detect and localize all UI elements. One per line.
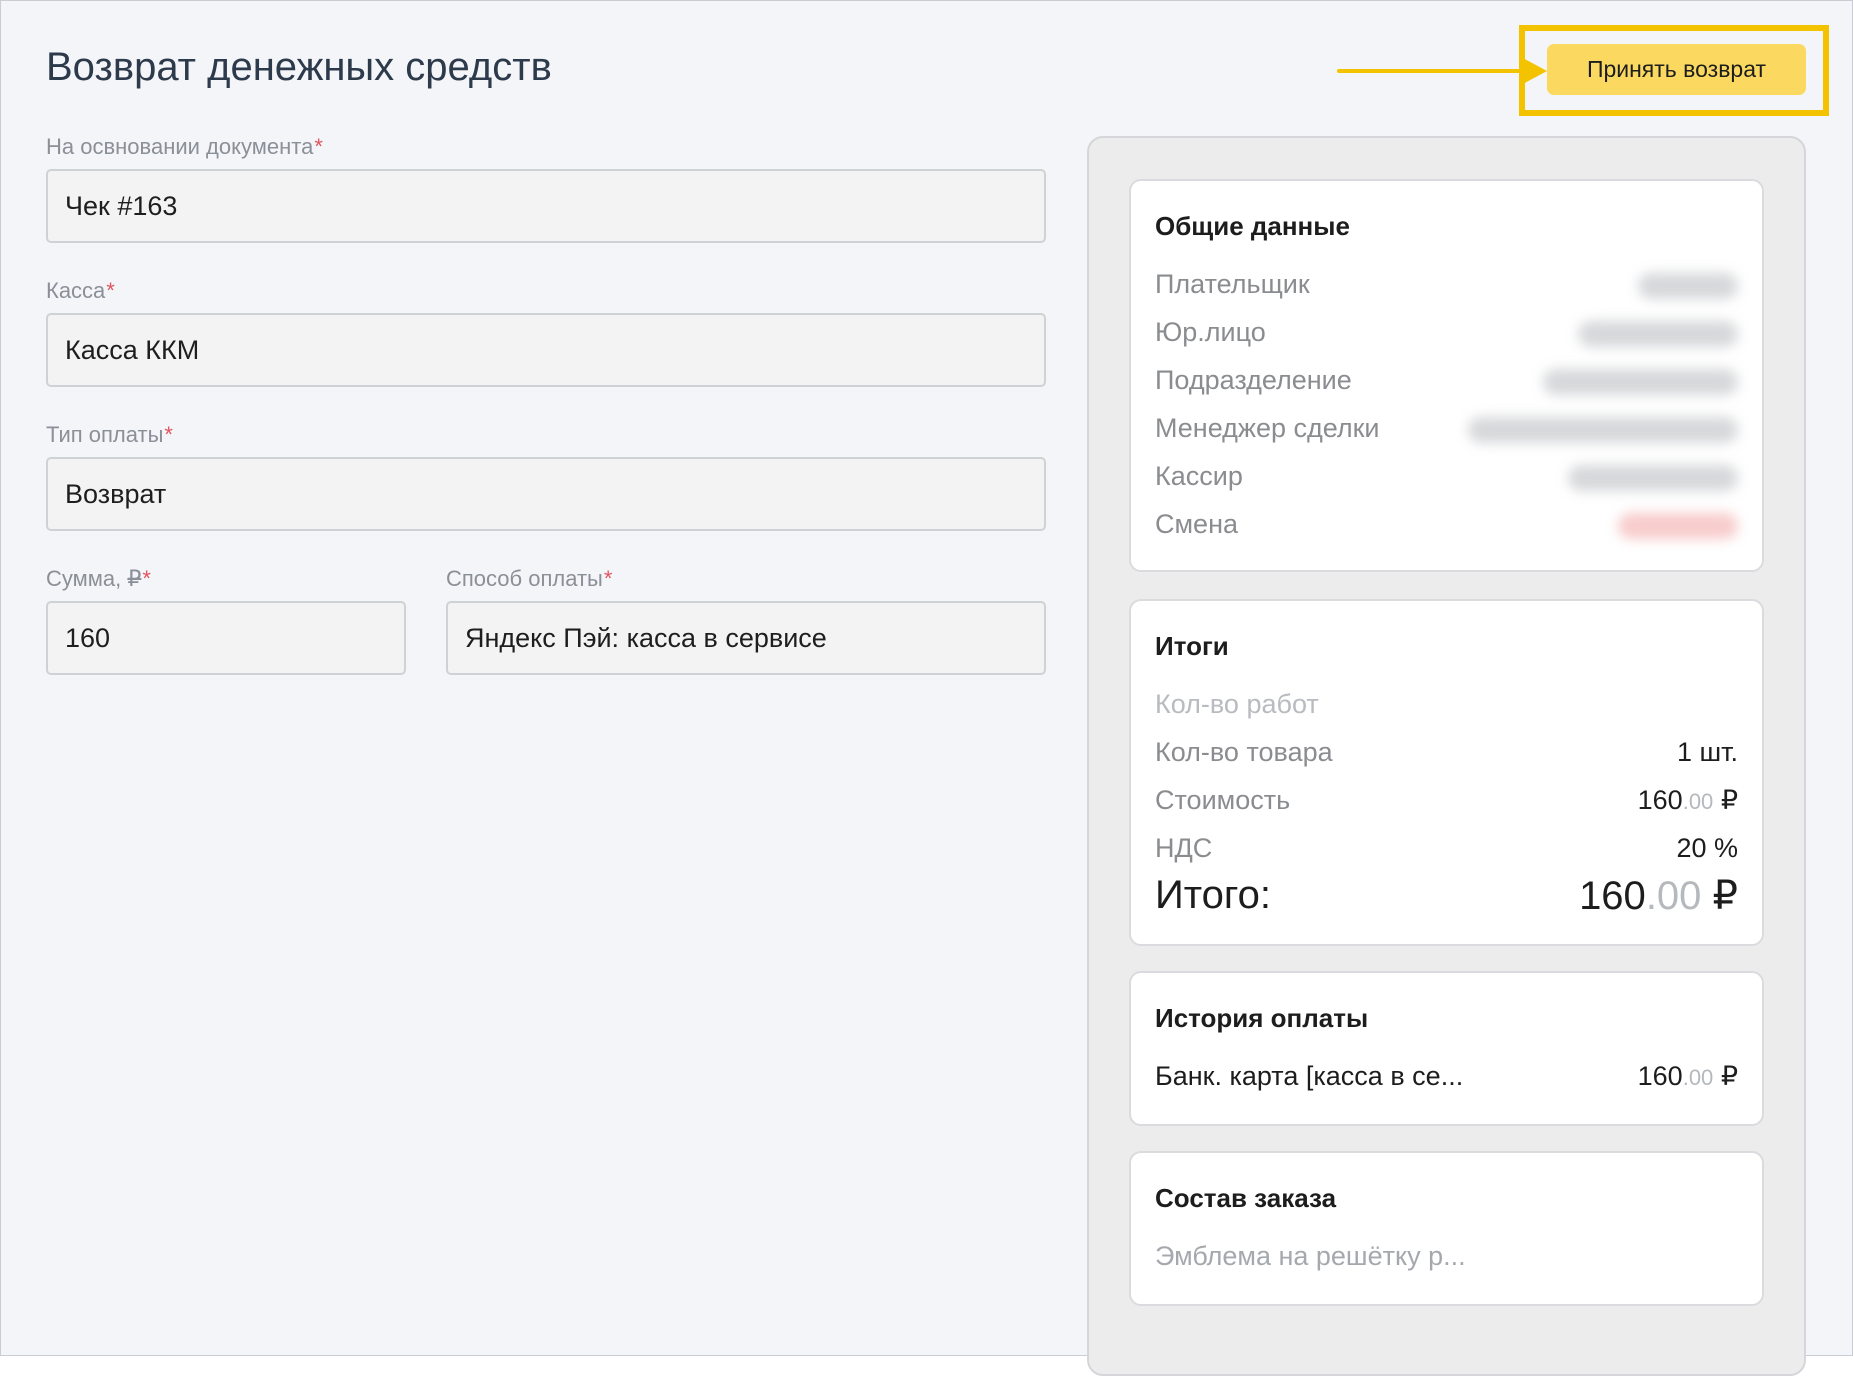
payment-history-amount: 160.00 ₽ — [1638, 1061, 1738, 1092]
cashier-label: Кассир — [1155, 461, 1243, 491]
payment-history-title: История оплаты — [1155, 1003, 1369, 1033]
payer-label: Плательщик — [1155, 269, 1310, 299]
cost-value: 160.00 ₽ — [1638, 785, 1738, 816]
required-mark: * — [164, 422, 173, 447]
cashbox-label: Касса* — [46, 278, 115, 304]
payment-method-select[interactable]: Яндекс Пэй: касса в сервисе — [446, 601, 1046, 675]
general-data-title: Общие данные — [1155, 211, 1350, 241]
cashier-value-hidden — [1568, 465, 1738, 491]
legal-entity-value-hidden — [1578, 321, 1738, 347]
payment-method-value: Яндекс Пэй: касса в сервисе — [465, 622, 827, 653]
currency-symbol: ₽ — [1720, 785, 1738, 815]
works-count-label: Кол-во работ — [1155, 689, 1319, 719]
vat-label: НДС — [1155, 833, 1213, 863]
accept-refund-button[interactable]: Принять возврат — [1547, 44, 1806, 95]
vat-value: 20 % — [1676, 833, 1738, 863]
page-title: Возврат денежных средств — [46, 45, 552, 89]
department-label: Подразделение — [1155, 365, 1352, 395]
shift-label: Смена — [1155, 509, 1239, 539]
currency-symbol: ₽ — [127, 566, 142, 591]
department-value-hidden — [1543, 369, 1738, 395]
payment-method-label: Способ оплаты* — [446, 566, 612, 592]
document-input-value: Чек #163 — [65, 190, 178, 221]
document-label: На освновании документа* — [46, 134, 323, 160]
payment-method-label-text: Способ оплаты — [446, 566, 603, 591]
grand-total-cents: .00 — [1645, 874, 1702, 918]
amount-input-value: 160 — [65, 622, 111, 653]
amount-label-text: Сумма, — [46, 566, 128, 591]
totals-card: Итоги Кол-во работ Кол-во товара 1 шт. С… — [1129, 599, 1764, 946]
required-mark: * — [106, 278, 115, 303]
deal-manager-value-hidden — [1468, 417, 1738, 443]
order-item[interactable]: Эмблема на решётку р... — [1155, 1241, 1466, 1272]
cashbox-input[interactable]: Касса ККМ — [46, 313, 1046, 387]
payer-value-hidden — [1638, 273, 1738, 299]
goods-count-value: 1 шт. — [1676, 737, 1738, 767]
payment-type-label-text: Тип оплаты — [46, 422, 164, 447]
shift-value-hidden[interactable] — [1618, 513, 1738, 539]
history-amount-integer: 160 — [1637, 1061, 1683, 1091]
totals-title: Итоги — [1155, 631, 1229, 661]
goods-count-label: Кол-во товара — [1155, 737, 1333, 767]
required-mark: * — [314, 134, 323, 159]
payment-type-input[interactable]: Возврат — [46, 457, 1046, 531]
payment-history-card: История оплаты Банк. карта [касса в се..… — [1129, 971, 1764, 1126]
order-composition-title: Состав заказа — [1155, 1183, 1337, 1213]
cashbox-label-text: Касса — [46, 278, 106, 303]
grand-total-integer: 160 — [1579, 874, 1646, 918]
cost-integer: 160 — [1637, 785, 1683, 815]
payment-type-label: Тип оплаты* — [46, 422, 173, 448]
annotation-arrow-line — [1337, 69, 1527, 73]
document-input[interactable]: Чек #163 — [46, 169, 1046, 243]
cost-cents: .00 — [1682, 789, 1714, 814]
history-amount-cents: .00 — [1682, 1065, 1714, 1090]
general-data-card: Общие данные Плательщик Юр.лицо Подразде… — [1129, 179, 1764, 572]
payment-type-input-value: Возврат — [65, 478, 167, 509]
currency-symbol: ₽ — [1712, 874, 1738, 918]
document-label-text: На освновании документа — [46, 134, 314, 159]
amount-input[interactable]: 160 — [46, 601, 406, 675]
amount-label: Сумма, ₽* — [46, 566, 151, 592]
grand-total-label: Итого: — [1155, 873, 1271, 917]
refund-page: Возврат денежных средств Принять возврат… — [0, 0, 1853, 1376]
legal-entity-label: Юр.лицо — [1155, 317, 1266, 347]
cashbox-input-value: Касса ККМ — [65, 334, 200, 365]
currency-symbol: ₽ — [1720, 1061, 1738, 1091]
order-composition-card: Состав заказа Эмблема на решётку р... — [1129, 1151, 1764, 1306]
cost-label: Стоимость — [1155, 785, 1291, 815]
payment-history-item[interactable]: Банк. карта [касса в се... — [1155, 1061, 1463, 1092]
grand-total-value: 160.00 ₽ — [1579, 873, 1738, 919]
deal-manager-label: Менеджер сделки — [1155, 413, 1380, 443]
required-mark: * — [142, 566, 151, 591]
required-mark: * — [603, 566, 613, 591]
